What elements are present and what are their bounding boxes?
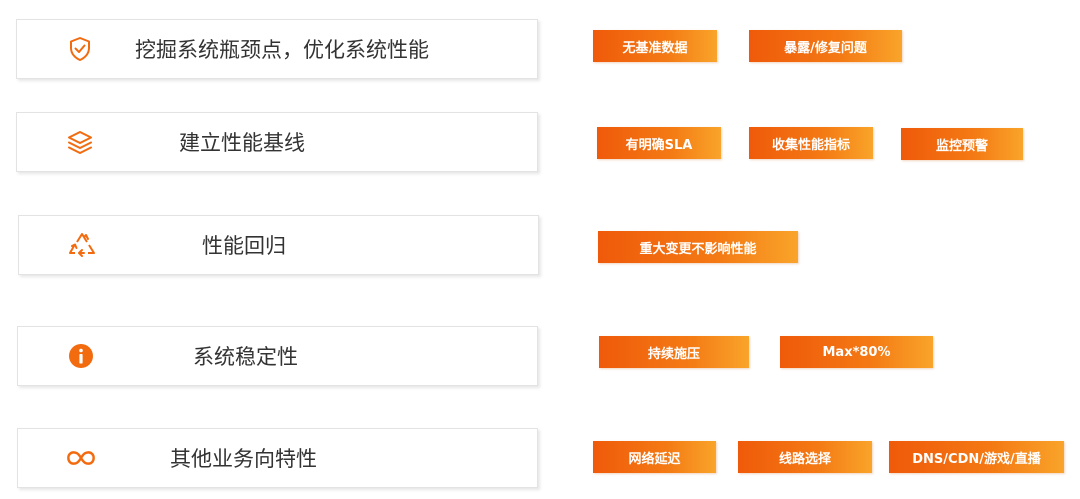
tag-3-1: 重大变更不影响性能	[598, 231, 798, 263]
tag-1-2: 暴露/修复问题	[749, 30, 902, 62]
goal-card-4: 系统稳定性	[17, 326, 538, 386]
goal-label-4: 系统稳定性	[193, 345, 298, 369]
goal-label-3: 性能回归	[202, 234, 286, 258]
tag-5-3: DNS/CDN/游戏/直播	[889, 441, 1064, 473]
shield-check-icon	[65, 34, 95, 64]
tag-4-2: Max*80%	[780, 336, 933, 368]
infinity-icon	[66, 443, 96, 473]
tag-4-1: 持续施压	[599, 336, 749, 368]
info-icon	[66, 341, 96, 371]
tag-2-3: 监控预警	[901, 128, 1023, 160]
tag-2-1: 有明确SLA	[597, 127, 721, 159]
goal-card-2: 建立性能基线	[16, 112, 538, 172]
goal-card-3: 性能回归	[18, 215, 539, 275]
goal-label-5: 其他业务向特性	[170, 447, 317, 471]
goal-card-5: 其他业务向特性	[17, 428, 538, 488]
tag-1-1: 无基准数据	[593, 30, 717, 62]
tag-2-2: 收集性能指标	[749, 127, 873, 159]
recycle-icon	[67, 230, 97, 260]
tag-5-2: 线路选择	[738, 441, 872, 473]
goal-label-1: 挖掘系统瓶颈点，优化系统性能	[135, 38, 429, 62]
goal-card-1: 挖掘系统瓶颈点，优化系统性能	[16, 19, 538, 79]
goal-label-2: 建立性能基线	[179, 131, 305, 155]
tag-5-1: 网络延迟	[593, 441, 716, 473]
layers-icon	[65, 127, 95, 157]
